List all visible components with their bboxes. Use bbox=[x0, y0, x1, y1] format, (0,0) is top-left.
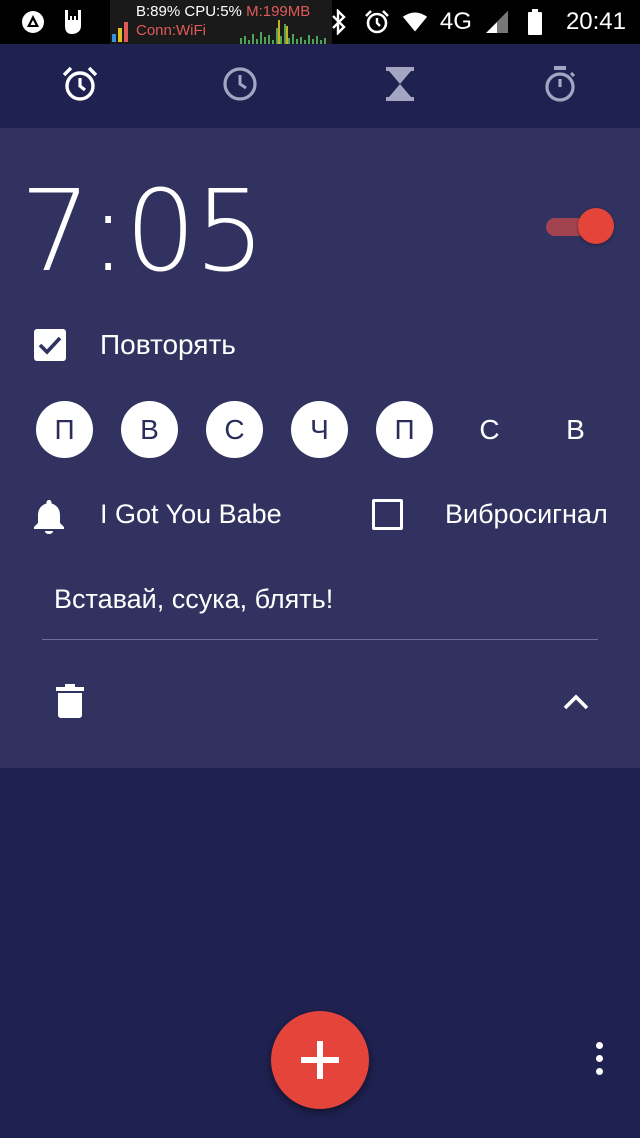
network-type: 4G bbox=[439, 8, 472, 35]
more-dot bbox=[596, 1055, 603, 1062]
status-bar: B:89% CPU:5% M:199MB Conn:WiFi 4G 20:41 bbox=[0, 0, 640, 44]
day-friday[interactable]: П bbox=[376, 401, 433, 458]
tab-bar bbox=[0, 44, 640, 128]
day-monday[interactable]: П bbox=[36, 401, 93, 458]
bell-icon bbox=[32, 498, 66, 539]
signal-icon bbox=[484, 9, 510, 35]
alarm-card[interactable]: 7:05 Повторять П В С Ч П С В I Got You B… bbox=[0, 128, 640, 768]
battery-icon bbox=[522, 9, 548, 35]
battery-bars-icon bbox=[112, 18, 132, 42]
collapse-button[interactable] bbox=[562, 692, 590, 717]
ringtone-picker[interactable]: I Got You Babe bbox=[100, 499, 282, 530]
hourglass-icon bbox=[385, 66, 415, 107]
alarm-time[interactable]: 7:05 bbox=[20, 172, 266, 292]
checkmark-icon bbox=[38, 336, 62, 355]
bluetooth-icon bbox=[326, 9, 352, 35]
day-tuesday[interactable]: В bbox=[121, 401, 178, 458]
switch-knob bbox=[578, 208, 614, 244]
chevron-up-icon bbox=[563, 694, 589, 710]
app-notification-icon bbox=[20, 9, 46, 35]
stopwatch-icon bbox=[542, 65, 578, 108]
clock-icon bbox=[221, 65, 259, 108]
day-thursday[interactable]: Ч bbox=[291, 401, 348, 458]
monitor-cpu: CPU:5% bbox=[184, 3, 242, 20]
alarm-label-text: Вставай, ссука, блять! bbox=[54, 584, 334, 614]
tab-timer[interactable] bbox=[320, 44, 480, 128]
alarm-label-field[interactable]: Вставай, ссука, блять! bbox=[42, 576, 598, 640]
delete-alarm-button[interactable] bbox=[56, 684, 84, 723]
repeat-row[interactable]: Повторять bbox=[34, 328, 236, 362]
plus-icon bbox=[301, 1041, 339, 1079]
repeat-checkbox[interactable] bbox=[34, 329, 66, 361]
weekday-selector: П В С Ч П С В bbox=[36, 401, 616, 459]
alarm-icon bbox=[61, 65, 99, 108]
more-options-button[interactable] bbox=[588, 1042, 612, 1078]
vibrate-checkbox[interactable] bbox=[372, 499, 403, 530]
monitor-battery: B:89% bbox=[136, 3, 181, 20]
cpu-graph bbox=[240, 20, 326, 44]
monitor-connection: Conn:WiFi bbox=[136, 22, 207, 39]
add-alarm-button[interactable] bbox=[271, 1011, 369, 1109]
rock-hand-icon bbox=[60, 9, 86, 35]
day-wednesday[interactable]: С bbox=[206, 401, 263, 458]
vibrate-label: Вибросигнал bbox=[445, 499, 608, 529]
day-sunday[interactable]: В bbox=[547, 401, 604, 458]
more-dot bbox=[596, 1042, 603, 1049]
day-saturday[interactable]: С bbox=[461, 401, 518, 458]
system-monitor-widget: B:89% CPU:5% M:199MB Conn:WiFi bbox=[110, 0, 332, 44]
wifi-icon bbox=[402, 9, 428, 35]
tab-stopwatch[interactable] bbox=[480, 44, 640, 128]
trash-icon bbox=[56, 684, 84, 718]
tab-alarm[interactable] bbox=[0, 44, 160, 128]
alarm-status-icon bbox=[364, 9, 390, 35]
clock-time: 20:41 bbox=[565, 8, 626, 35]
tab-clock[interactable] bbox=[160, 44, 320, 128]
ringtone-row: I Got You Babe Вибросигнал bbox=[32, 496, 632, 536]
repeat-label: Повторять bbox=[100, 329, 236, 360]
alarm-enable-switch[interactable] bbox=[546, 208, 614, 244]
more-dot bbox=[596, 1068, 603, 1075]
